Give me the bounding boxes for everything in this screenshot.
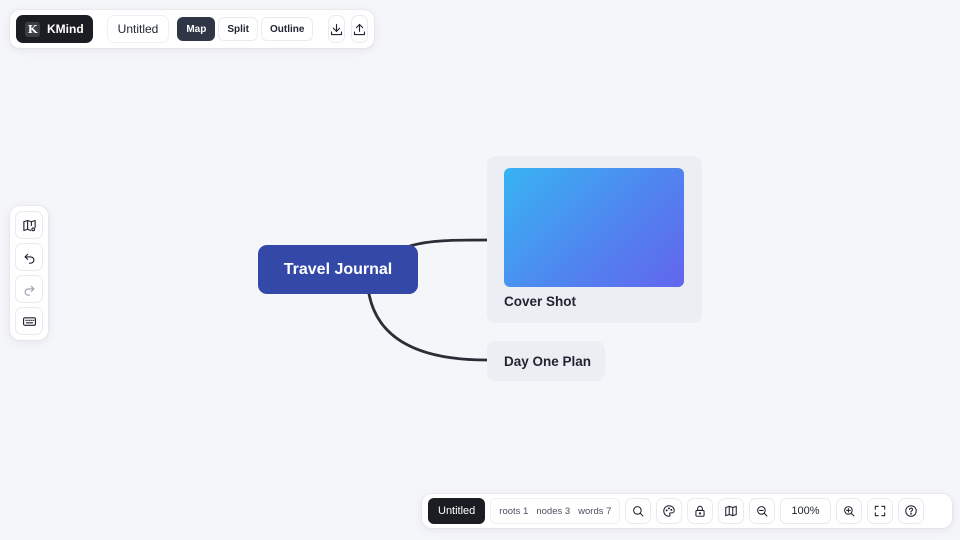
undo-icon	[24, 253, 34, 264]
fullscreen-icon	[874, 505, 885, 517]
view-mode-switcher: Map Split Outline	[177, 17, 314, 41]
upload-icon	[353, 23, 366, 35]
zoom-out-icon	[757, 506, 768, 517]
fullscreen-button[interactable]	[866, 498, 893, 524]
view-mode-outline-button[interactable]: Outline	[261, 17, 314, 41]
bottom-toolbar: Untitled roots 1 nodes 3 words 7 100%	[422, 494, 952, 528]
help-button[interactable]	[897, 498, 924, 524]
search-icon	[633, 506, 644, 517]
words-count: words 7	[578, 505, 612, 517]
root-node[interactable]: Travel Journal	[258, 245, 418, 294]
roots-count: roots 1	[499, 505, 529, 517]
redo-icon	[24, 285, 34, 296]
lock-button[interactable]	[687, 498, 714, 524]
palette-icon	[663, 505, 676, 517]
left-toolbar	[10, 206, 48, 340]
edge-to-day-one-plan	[367, 292, 489, 362]
edge-to-cover-shot	[408, 238, 489, 248]
text-node-label: Day One Plan	[504, 353, 592, 369]
top-toolbar: K KMind Untitled Map Split Outline	[10, 10, 374, 48]
map-settings-icon	[22, 219, 36, 231]
keyboard-shortcuts-button[interactable]	[15, 307, 43, 335]
minimap-button[interactable]	[718, 498, 745, 524]
zoom-in-button[interactable]	[835, 498, 862, 524]
view-mode-split-button[interactable]: Split	[218, 17, 259, 41]
import-button[interactable]	[350, 15, 369, 43]
brand-button[interactable]: K KMind	[16, 15, 93, 43]
undo-button[interactable]	[15, 243, 43, 271]
redo-button[interactable]	[15, 275, 43, 303]
lock-icon	[695, 505, 706, 517]
export-button[interactable]	[327, 15, 345, 43]
theme-button[interactable]	[656, 498, 683, 524]
map-icon	[725, 505, 738, 517]
zoom-level[interactable]: 100%	[780, 498, 831, 524]
bottom-document-title[interactable]: Untitled	[428, 498, 486, 524]
text-node-day-one-plan[interactable]: Day One Plan	[487, 341, 605, 381]
mindmap-canvas[interactable]: Travel Journal Cover Shot Day One Plan	[0, 0, 960, 540]
brand-logo: K	[25, 21, 40, 37]
nodes-count: nodes 3	[536, 505, 571, 517]
edges-layer	[367, 238, 489, 362]
view-mode-map-button[interactable]: Map	[177, 17, 216, 41]
zoom-out-button[interactable]	[749, 498, 776, 524]
image-node-label: Cover Shot	[504, 294, 577, 309]
brand-name: KMind	[47, 22, 84, 36]
document-stats: roots 1 nodes 3 words 7	[490, 498, 621, 524]
search-button[interactable]	[625, 498, 652, 524]
zoom-in-icon	[843, 506, 855, 517]
image-node-cover-shot[interactable]: Cover Shot	[487, 156, 702, 323]
map-settings-button[interactable]	[15, 211, 43, 239]
keyboard-icon	[22, 316, 36, 326]
document-title[interactable]: Untitled	[106, 15, 170, 43]
help-icon	[904, 505, 917, 517]
cover-image	[504, 168, 684, 287]
download-icon	[330, 23, 342, 35]
root-node-label: Travel Journal	[283, 260, 393, 278]
